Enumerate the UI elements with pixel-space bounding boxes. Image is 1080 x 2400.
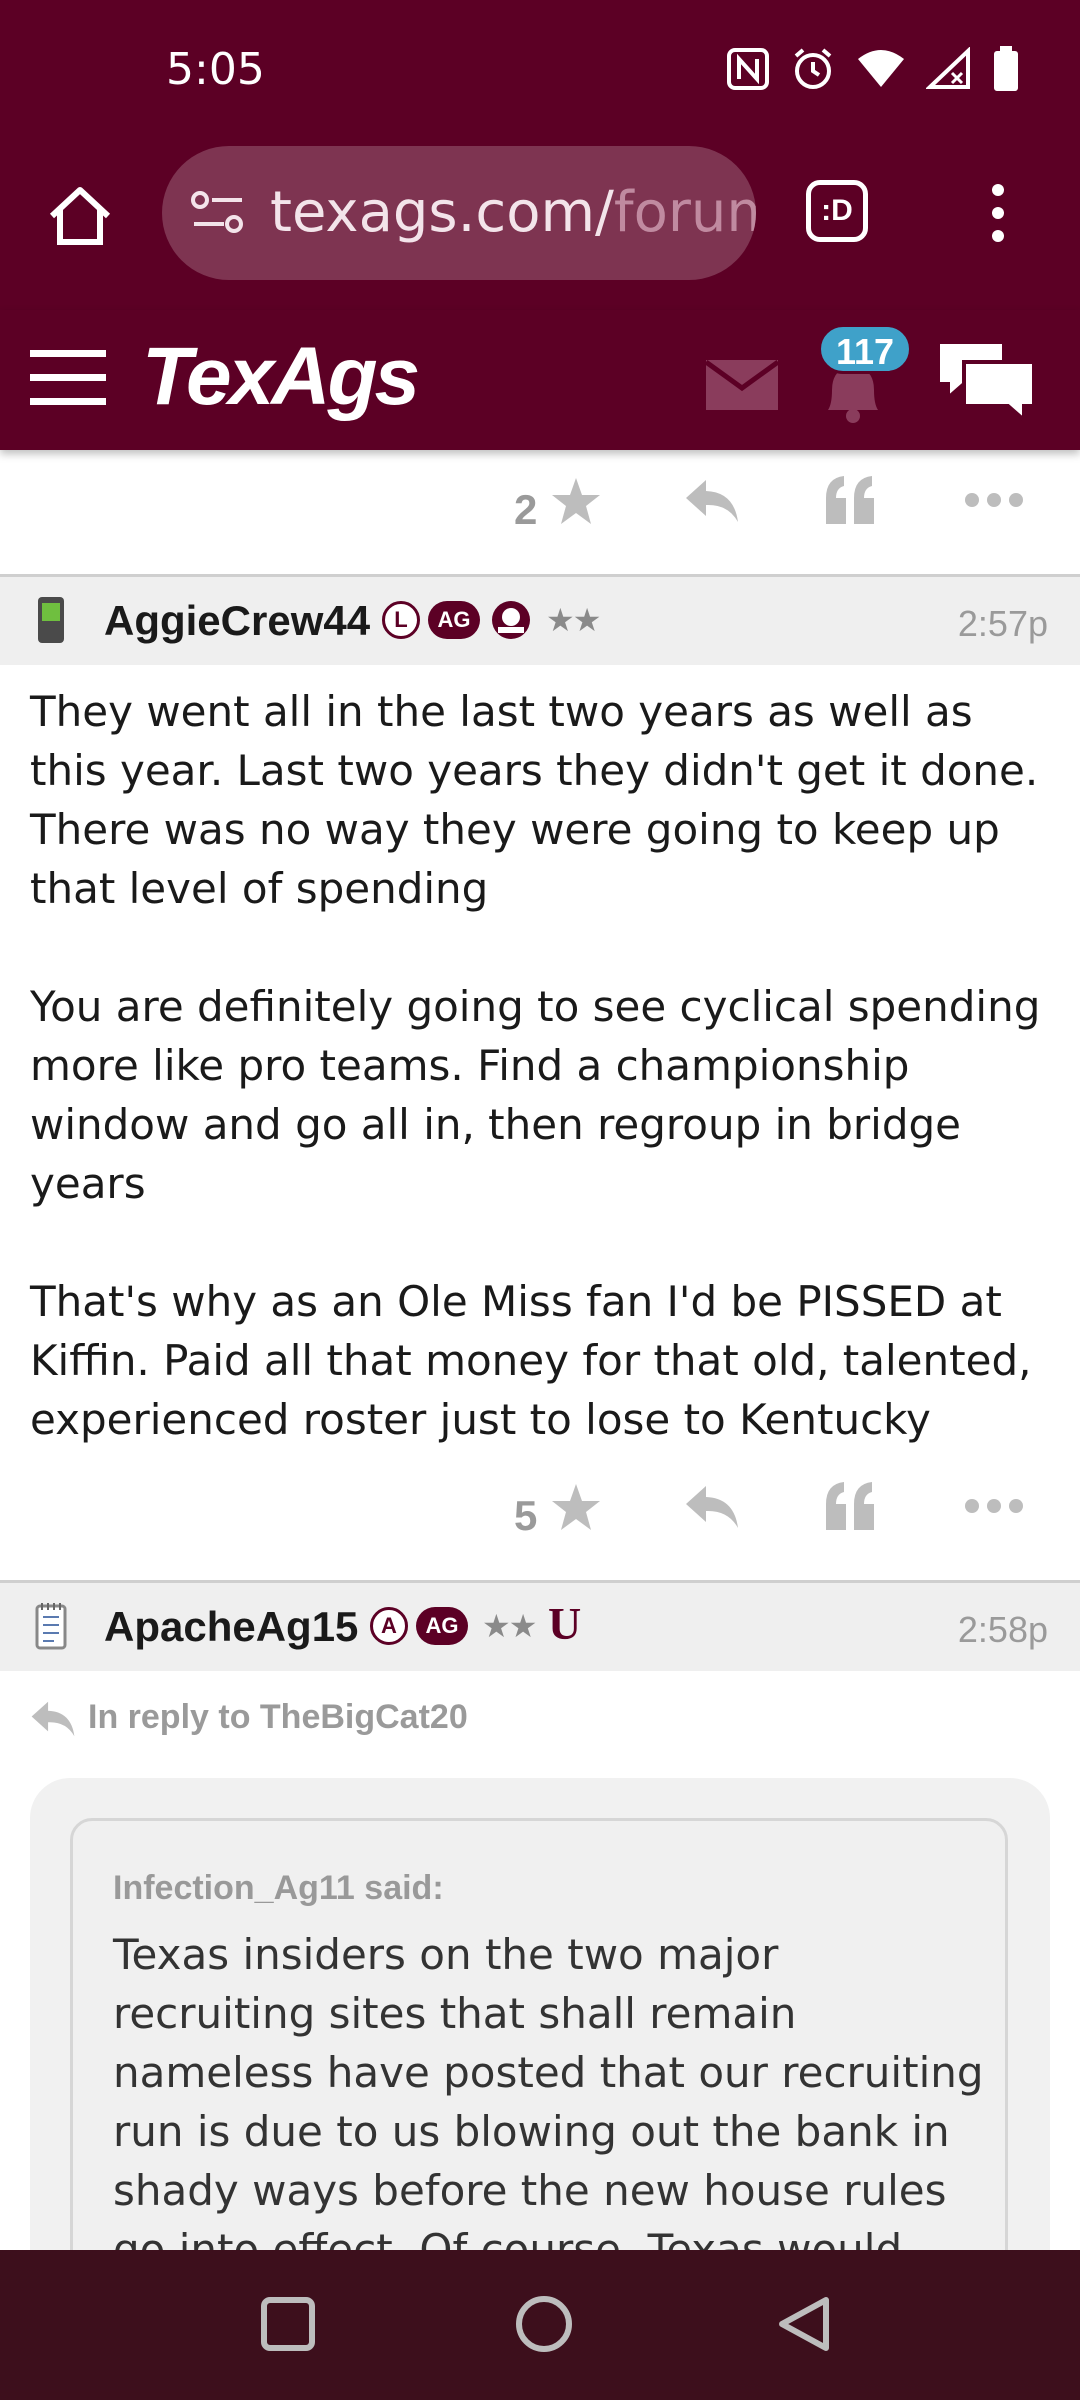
notification-count-badge: 117 — [818, 324, 912, 374]
home-icon — [49, 187, 111, 245]
post-paragraph: That's why as an Ole Miss fan I'd be PIS… — [30, 1277, 1032, 1444]
cellular-icon — [924, 46, 972, 96]
rank-stars: ★★ — [482, 1608, 537, 1644]
system-nav-bar — [0, 2250, 1080, 2400]
in-reply-link[interactable]: In reply to TheBigCat20 — [30, 1698, 468, 1738]
reply-button[interactable] — [684, 478, 740, 524]
address-bar[interactable]: texags.com/forum — [162, 146, 756, 280]
post-time: 2:57p — [957, 603, 1048, 644]
star-count: 2 — [514, 486, 538, 533]
member-badge: L — [382, 601, 420, 639]
post-actions: 2 — [0, 450, 1080, 570]
menu-button[interactable] — [30, 348, 106, 408]
star-button[interactable] — [550, 1482, 602, 1534]
more-options-button[interactable] — [964, 1496, 1024, 1516]
post-actions: 5 — [0, 1456, 1080, 1576]
site-logo[interactable]: TexAgs — [142, 330, 420, 424]
chat-icon — [936, 340, 1036, 425]
url-domain: texags.com/ — [270, 180, 614, 245]
quote-button[interactable] — [824, 1480, 876, 1530]
alarm-icon — [790, 46, 836, 97]
team-logo-icon — [492, 601, 530, 639]
browser-toolbar: texags.com/forum :D — [0, 140, 1080, 310]
status-bar: 5:05 — [0, 0, 1080, 140]
quote-author: Infection_Ag11 said: — [113, 1869, 444, 1907]
url-path: forum — [613, 180, 756, 245]
home-button[interactable] — [44, 180, 116, 252]
reply-button[interactable] — [684, 1484, 740, 1530]
home-nav-button[interactable] — [514, 2294, 574, 2354]
post-header: ApacheAg15 A AG ★★ U 2:58p — [0, 1583, 1080, 1671]
hamburger-icon — [30, 350, 106, 405]
more-options-button[interactable] — [964, 490, 1024, 510]
status-time: 5:05 — [166, 44, 265, 95]
quote-button[interactable] — [824, 474, 876, 524]
battery-icon — [992, 46, 1020, 97]
messages-button[interactable] — [704, 359, 780, 410]
status-icons — [726, 46, 1020, 97]
member-badge: A — [370, 1607, 408, 1645]
notepad-icon — [35, 1603, 67, 1650]
site-header: TexAgs 117 — [0, 310, 1080, 450]
browser-menu-button[interactable] — [980, 182, 1016, 244]
recents-button[interactable] — [258, 2294, 318, 2354]
tab-switcher-button[interactable]: :D — [806, 180, 868, 242]
star-count: 5 — [514, 1492, 538, 1539]
post-username[interactable]: ApacheAg15 — [104, 1603, 358, 1651]
post-paragraph: They went all in the last two years as w… — [30, 687, 1039, 913]
nfc-icon — [726, 47, 770, 96]
quote-text: Texas insiders on the two major recruiti… — [113, 1930, 984, 2274]
in-reply-text: In reply to TheBigCat20 — [88, 1698, 468, 1736]
back-button[interactable] — [774, 2294, 834, 2354]
site-settings-icon[interactable] — [190, 188, 246, 238]
mail-icon — [704, 359, 780, 410]
rank-stars: ★★ — [546, 602, 601, 638]
team-u-badge: U — [548, 1598, 582, 1649]
chat-button[interactable] — [934, 336, 1040, 425]
mobile-device-icon — [38, 597, 64, 643]
post-paragraph: You are definitely going to see cyclical… — [30, 982, 1041, 1208]
post-time: 2:58p — [957, 1609, 1048, 1650]
ag-badge: AG — [416, 1607, 468, 1645]
wifi-icon — [856, 47, 906, 96]
star-button[interactable] — [550, 476, 602, 528]
ag-badge: AG — [428, 601, 480, 639]
post-body: They went all in the last two years as w… — [30, 682, 1050, 1449]
more-vert-icon — [992, 184, 1004, 242]
reply-arrow-icon — [31, 1701, 75, 1737]
post-header: AggieCrew44 L AG ★★ 2:57p — [0, 577, 1080, 665]
url-text: texags.com/forum — [270, 180, 756, 245]
post-username[interactable]: AggieCrew44 — [104, 597, 370, 645]
